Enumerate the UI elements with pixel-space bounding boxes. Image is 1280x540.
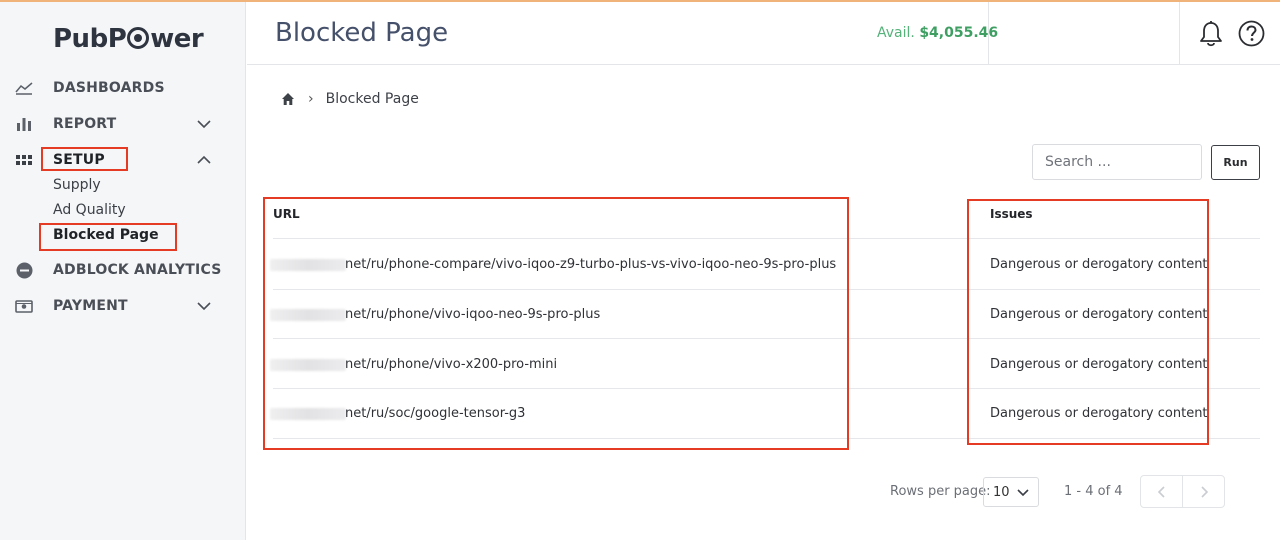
available-balance: Avail. $4,055.46: [877, 25, 999, 41]
header-divider: [1179, 2, 1180, 65]
line-chart-icon: [15, 79, 33, 97]
sidebar-item-payment[interactable]: PAYMENT: [0, 292, 246, 320]
pagination-range: 1 - 4 of 4: [1064, 484, 1123, 499]
bell-icon[interactable]: [1198, 20, 1224, 48]
sidebar-subitem-supply[interactable]: Supply: [53, 177, 101, 193]
next-page-button[interactable]: [1182, 475, 1225, 508]
highlight-blocked-page: [39, 223, 177, 251]
highlight-setup: [41, 147, 128, 171]
help-icon[interactable]: [1238, 20, 1265, 47]
sidebar-item-label: ADBLOCK ANALYTICS: [53, 262, 222, 278]
grid-icon: [15, 151, 33, 169]
sidebar-item-label: PAYMENT: [53, 298, 128, 314]
header-divider: [988, 2, 989, 65]
balance-value: $4,055.46: [919, 25, 999, 41]
rows-per-page-select[interactable]: 10: [983, 477, 1039, 507]
rows-per-page-label: Rows per page:: [890, 484, 991, 499]
highlight-issues-column: [967, 199, 1209, 445]
breadcrumb-current: Blocked Page: [325, 91, 419, 107]
home-icon[interactable]: [281, 92, 295, 106]
breadcrumb-separator: ›: [308, 91, 314, 107]
chevron-up-icon[interactable]: [196, 152, 212, 168]
sidebar-item-adblock-analytics[interactable]: ADBLOCK ANALYTICS: [0, 256, 246, 284]
chevron-right-icon: [1200, 485, 1208, 498]
money-icon: [15, 297, 33, 315]
sidebar-item-label: REPORT: [53, 116, 117, 132]
highlight-url-column: [263, 197, 849, 450]
page-title: Blocked Page: [275, 18, 449, 48]
minus-circle-icon: [15, 261, 33, 279]
chevron-left-icon: [1157, 485, 1165, 498]
sidebar-item-report[interactable]: REPORT: [0, 110, 246, 138]
sidebar-subitem-ad-quality[interactable]: Ad Quality: [53, 202, 126, 218]
chevron-down-icon[interactable]: [196, 116, 212, 132]
top-header: Blocked Page Avail. $4,055.46: [247, 2, 1280, 65]
sidebar-item-label: DASHBOARDS: [53, 80, 165, 96]
sidebar-item-dashboards[interactable]: DASHBOARDS: [0, 74, 246, 102]
search-input[interactable]: [1032, 144, 1202, 180]
pubpower-logo[interactable]: PubP wer: [53, 24, 204, 54]
bar-chart-icon: [15, 115, 33, 133]
rows-per-page-value: 10: [993, 484, 1010, 500]
breadcrumb: › Blocked Page: [281, 91, 419, 107]
run-button[interactable]: Run: [1211, 145, 1260, 180]
previous-page-button[interactable]: [1140, 475, 1183, 508]
chevron-down-icon: [1017, 489, 1029, 497]
sidebar: PubP wer DASHBOARDS REPORT SETUP Supply A…: [0, 2, 246, 540]
chevron-down-icon[interactable]: [196, 298, 212, 314]
